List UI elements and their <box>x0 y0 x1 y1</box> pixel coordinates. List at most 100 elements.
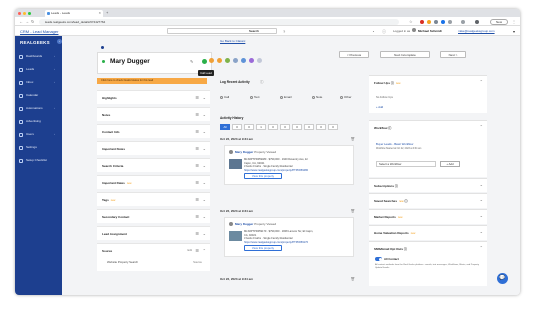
drag-handle-icon[interactable]: ☰ <box>195 210 199 224</box>
trash-icon[interactable]: 🗑 <box>351 209 355 213</box>
chevron-down-icon[interactable]: ⌄ <box>203 159 206 173</box>
drag-handle-icon[interactable]: ☰ <box>195 142 199 156</box>
chat-bubble-icon[interactable]: 💬 <box>497 273 508 284</box>
radio-call[interactable]: Call <box>220 95 229 99</box>
chevron-down-icon[interactable]: ⌄ <box>480 182 483 187</box>
new-chrome-button[interactable]: New <box>490 18 508 25</box>
bell-icon[interactable]: ◔ <box>372 29 374 34</box>
sidebar-item-leads[interactable]: Leads › <box>19 66 59 73</box>
sidebar-item-advertising[interactable]: Advertising <box>19 118 59 125</box>
previous-lead-button[interactable]: < Previous <box>339 51 369 58</box>
sidebar-item-users[interactable]: Users › <box>19 131 59 138</box>
bookmark-star-icon[interactable]: ☆ <box>409 19 413 24</box>
search-button[interactable]: Search <box>249 29 259 33</box>
user-email-link[interactable]: mike@realgeeksgroup.com <box>458 29 495 33</box>
section-tags[interactable]: Tags new ☰ ⌄ <box>97 192 210 206</box>
more-icon[interactable] <box>257 58 262 63</box>
drag-handle-icon[interactable]: ☰ <box>195 193 199 207</box>
radio-note[interactable]: Note <box>312 95 322 99</box>
view-property-button[interactable]: View this property <box>244 245 282 251</box>
section-home-valuation-reports[interactable]: Home Valuation Reports new ⌄ <box>369 225 487 240</box>
reload-icon[interactable]: ↻ <box>31 19 34 24</box>
workflow-select[interactable]: Select a Workflow <box>376 161 436 167</box>
extension-icon[interactable] <box>441 19 445 24</box>
radio-other[interactable]: Other <box>340 95 352 99</box>
workflow-link[interactable]: Buyer Leads - Basic Workflow <box>376 142 413 146</box>
drag-handle-icon[interactable]: ☰ <box>195 227 199 241</box>
ai-icon[interactable] <box>249 58 254 63</box>
chevron-up-icon[interactable]: ⌃ <box>480 245 483 250</box>
drag-handle-icon[interactable]: ☰ <box>195 244 199 258</box>
filter-notes[interactable]: 0 <box>268 124 278 130</box>
trash-icon[interactable]: 🗑 <box>351 277 355 281</box>
back-arrow-icon[interactable]: ← <box>19 19 23 24</box>
edit-source-link[interactable]: Edit <box>188 244 192 258</box>
section-highlights[interactable]: Highlights ☰ ⌄ <box>97 90 210 104</box>
section-notes[interactable]: Notes ☰ ⌄ <box>97 107 210 121</box>
new-tab-icon[interactable]: + <box>106 10 108 15</box>
property-thumbnail[interactable] <box>229 159 242 169</box>
phone-icon[interactable] <box>202 58 207 64</box>
email-icon[interactable] <box>217 58 222 63</box>
sidebar-item-dashboards[interactable]: Dashboards › <box>19 53 59 60</box>
property-thumbnail[interactable] <box>229 231 242 241</box>
chevron-down-icon[interactable]: ⌄ <box>203 176 206 190</box>
chevron-down-icon[interactable]: ⌄ <box>480 197 483 202</box>
chevron-down-icon[interactable]: ⌄ <box>203 108 206 122</box>
sidebar-item-settings[interactable]: Settings <box>19 144 59 151</box>
section-secondary-contact[interactable]: Secondary Contact ☰ ⌄ <box>97 209 210 223</box>
add-follow-up-link[interactable]: + Add <box>376 105 383 109</box>
sidebar-item-inbox[interactable]: Inbox › <box>19 79 59 86</box>
section-contact-info[interactable]: Contact Info ☰ ⌄ <box>97 124 210 138</box>
brand-logo[interactable]: REALGEEKS <box>20 40 50 45</box>
filter-other[interactable]: 0 <box>328 124 338 130</box>
next-lead-button[interactable]: Next > <box>440 51 466 58</box>
user-name[interactable]: Michael Schmidt <box>418 29 442 33</box>
chevron-down-icon[interactable]: ⌄ <box>203 91 206 105</box>
extension-icon[interactable] <box>461 19 465 24</box>
drag-handle-icon[interactable]: ☰ <box>195 91 199 105</box>
browser-tab[interactable]: Leads - Leads ✕ <box>45 10 103 17</box>
text-icon[interactable] <box>209 58 214 63</box>
view-property-button[interactable]: View this property <box>244 173 282 179</box>
radio-email[interactable]: Email <box>280 95 292 99</box>
extension-icon[interactable] <box>420 19 424 24</box>
section-market-reports[interactable]: Market Reports new ⌄ <box>369 209 487 224</box>
chevron-down-icon[interactable]: ⌄ <box>203 227 206 241</box>
forward-arrow-icon[interactable]: → <box>25 19 29 24</box>
section-saved-searches[interactable]: Saved Searches new ⓘ ⌄ <box>369 193 487 208</box>
drag-handle-icon[interactable]: ☰ <box>195 108 199 122</box>
section-source[interactable]: Source Edit ☰ ⌃ Website Property Search S… <box>97 243 210 271</box>
filter-texts[interactable]: 0 <box>244 124 254 130</box>
crm-lead-manager-link[interactable]: CRM - Lead Manager <box>20 29 58 34</box>
activity-title[interactable]: Mary Dugger Property Viewed <box>235 150 276 154</box>
filter-calls[interactable]: 0 <box>232 124 242 130</box>
drag-handle-icon[interactable]: ☰ <box>195 125 199 139</box>
help-icon[interactable]: ? <box>283 29 285 34</box>
add-workflow-button[interactable]: + Add <box>440 161 460 167</box>
sidebar-item-setup-checklist[interactable]: Setup Checklist <box>19 157 59 164</box>
workflow-icon[interactable] <box>241 58 246 63</box>
chevron-down-icon[interactable]: ▾ <box>513 29 515 34</box>
chevron-down-icon[interactable]: ⌄ <box>203 210 206 224</box>
chevron-down-icon[interactable]: ⌄ <box>203 193 206 207</box>
close-tab-icon[interactable]: ✕ <box>98 10 101 17</box>
chevron-down-icon[interactable]: ⌄ <box>480 213 483 218</box>
drag-handle-icon[interactable]: ☰ <box>195 159 199 173</box>
chevron-down-icon[interactable]: ⌄ <box>480 229 483 234</box>
trash-icon[interactable]: 🗑 <box>351 137 355 141</box>
radio-text[interactable]: Text <box>250 95 260 99</box>
chevron-down-icon[interactable]: ⌄ <box>203 142 206 156</box>
activity-title[interactable]: Mary Dugger Property Viewed <box>235 222 276 226</box>
chevron-up-icon[interactable]: ⌃ <box>480 79 483 84</box>
pencil-icon[interactable]: ✎ <box>190 59 193 64</box>
extension-icon[interactable] <box>427 19 431 24</box>
filter-workflows[interactable]: 0 <box>304 124 314 130</box>
minimize-window-button[interactable] <box>23 11 26 15</box>
url-field[interactable]: leads.realgeeks.com/lead_details/6744277… <box>39 18 399 25</box>
chevron-up-icon[interactable]: ⌃ <box>480 124 483 129</box>
section-search-criteria[interactable]: Search Criteria ☰ ⌄ <box>97 158 210 172</box>
extension-icon[interactable] <box>448 19 452 24</box>
property-url[interactable]: https://www.realgeeksgroup.com/property/… <box>244 169 308 173</box>
section-lead-assignment[interactable]: Lead Assignment ☰ ⌄ <box>97 226 210 240</box>
